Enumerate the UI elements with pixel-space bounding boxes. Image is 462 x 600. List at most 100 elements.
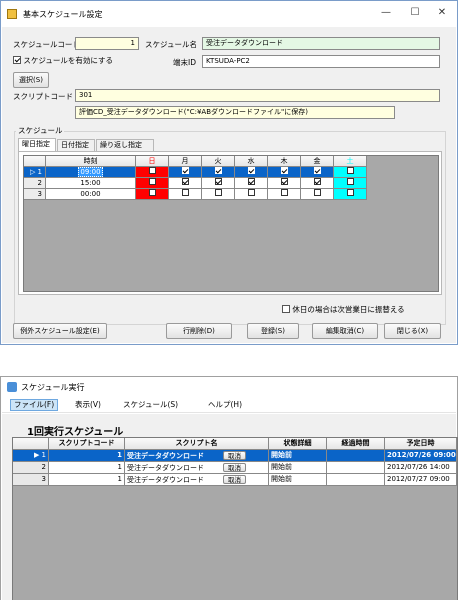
row-number[interactable]: 2 bbox=[24, 178, 46, 189]
day-checkbox[interactable] bbox=[346, 167, 354, 174]
day-cell[interactable] bbox=[202, 178, 235, 189]
column-header[interactable]: 時刻 bbox=[46, 156, 136, 167]
menu-view[interactable]: 表示(V) bbox=[72, 399, 104, 411]
day-checkbox[interactable] bbox=[148, 178, 156, 185]
day-cell[interactable] bbox=[334, 167, 367, 178]
tab-weekday[interactable]: 曜日指定 bbox=[18, 138, 56, 151]
row-number[interactable]: 2 bbox=[13, 462, 49, 474]
column-header[interactable]: 状態詳細 bbox=[269, 438, 327, 450]
cancel-run-button[interactable]: 取消 bbox=[223, 451, 246, 460]
day-cell[interactable] bbox=[301, 178, 334, 189]
day-checkbox[interactable] bbox=[280, 167, 288, 174]
day-checkbox[interactable] bbox=[148, 167, 156, 174]
day-cell[interactable] bbox=[136, 189, 169, 200]
day-checkbox[interactable] bbox=[181, 189, 189, 196]
column-header[interactable]: 土 bbox=[334, 156, 367, 167]
time-cell[interactable]: 09:00 bbox=[46, 167, 136, 178]
day-cell[interactable] bbox=[169, 189, 202, 200]
column-header[interactable]: 金 bbox=[301, 156, 334, 167]
time-value[interactable]: 15:00 bbox=[80, 179, 100, 187]
day-cell[interactable] bbox=[136, 167, 169, 178]
day-cell[interactable] bbox=[301, 167, 334, 178]
day-cell[interactable] bbox=[268, 178, 301, 189]
day-checkbox[interactable] bbox=[313, 178, 321, 185]
time-cell[interactable]: 00:00 bbox=[46, 189, 136, 200]
row-number[interactable]: 3 bbox=[13, 474, 49, 486]
column-header[interactable]: 予定日時 bbox=[385, 438, 457, 450]
table-row[interactable]: 3 1 受注データダウンロード 取消 開始前 2012/07/27 09:00 bbox=[13, 474, 457, 486]
minimize-icon[interactable]: — bbox=[375, 5, 397, 21]
day-cell[interactable] bbox=[202, 189, 235, 200]
table-row[interactable]: ▷ 1 09:00 bbox=[24, 167, 367, 178]
terminal-id-input[interactable]: KTSUDA-PC2 bbox=[202, 55, 440, 68]
column-header[interactable]: 木 bbox=[268, 156, 301, 167]
maximize-icon[interactable]: ☐ bbox=[404, 5, 426, 21]
day-checkbox[interactable] bbox=[313, 167, 321, 174]
close-icon[interactable]: ✕ bbox=[431, 5, 453, 21]
day-cell[interactable] bbox=[301, 189, 334, 200]
time-value[interactable]: 00:00 bbox=[80, 190, 100, 198]
day-checkbox[interactable] bbox=[346, 178, 354, 185]
day-cell[interactable] bbox=[268, 189, 301, 200]
schedule-code-input[interactable]: 1 bbox=[75, 37, 139, 50]
checkbox-icon[interactable] bbox=[13, 56, 21, 64]
checkbox-icon[interactable] bbox=[282, 305, 290, 313]
day-checkbox[interactable] bbox=[247, 167, 255, 174]
cancel-edit-button[interactable]: 編集取消(C) bbox=[312, 323, 378, 339]
column-header[interactable]: 月 bbox=[169, 156, 202, 167]
day-checkbox[interactable] bbox=[181, 178, 189, 185]
table-row[interactable]: 2 15:00 bbox=[24, 178, 367, 189]
menu-file[interactable]: ファイル(F) bbox=[10, 399, 59, 411]
row-number[interactable]: ▷ 1 bbox=[24, 167, 46, 178]
column-header[interactable]: スクリプト名 bbox=[125, 438, 269, 450]
close-button[interactable]: 閉じる(X) bbox=[384, 323, 441, 339]
day-cell[interactable] bbox=[334, 178, 367, 189]
day-checkbox[interactable] bbox=[280, 189, 288, 196]
day-checkbox[interactable] bbox=[214, 178, 222, 185]
day-checkbox[interactable] bbox=[247, 189, 255, 196]
time-cell[interactable]: 15:00 bbox=[46, 178, 136, 189]
day-cell[interactable] bbox=[136, 178, 169, 189]
day-cell[interactable] bbox=[334, 189, 367, 200]
menu-schedule[interactable]: スケジュール(S) bbox=[120, 399, 181, 411]
tab-repeat[interactable]: 繰り返し指定 bbox=[96, 139, 154, 151]
day-checkbox[interactable] bbox=[247, 178, 255, 185]
holiday-shift-checkbox[interactable]: 休日の場合は次営業日に振替える bbox=[282, 304, 405, 315]
row-number[interactable]: ▶ 1 bbox=[13, 450, 49, 462]
day-checkbox[interactable] bbox=[346, 189, 354, 196]
day-cell[interactable] bbox=[235, 178, 268, 189]
column-header[interactable]: 経過時間 bbox=[327, 438, 385, 450]
cancel-run-button[interactable]: 取消 bbox=[223, 475, 246, 484]
day-checkbox[interactable] bbox=[181, 167, 189, 174]
column-header[interactable]: スクリプトコード bbox=[49, 438, 125, 450]
exception-schedule-button[interactable]: 例外スケジュール設定(E) bbox=[13, 323, 107, 339]
column-header[interactable]: 日 bbox=[136, 156, 169, 167]
day-checkbox[interactable] bbox=[280, 178, 288, 185]
day-cell[interactable] bbox=[169, 178, 202, 189]
cancel-run-button[interactable]: 取消 bbox=[223, 463, 246, 472]
run-schedule-grid[interactable]: スクリプトコード スクリプト名 状態詳細 経過時間 予定日時 ▶ 1 1 受注データダウンロー… bbox=[12, 437, 458, 600]
day-checkbox[interactable] bbox=[214, 189, 222, 196]
day-cell[interactable] bbox=[169, 167, 202, 178]
time-value[interactable]: 09:00 bbox=[78, 167, 103, 177]
row-number[interactable]: 3 bbox=[24, 189, 46, 200]
column-header[interactable]: 水 bbox=[235, 156, 268, 167]
script-code-input[interactable]: 301 bbox=[75, 89, 440, 102]
menu-help[interactable]: ヘルプ(H) bbox=[205, 399, 245, 411]
day-cell[interactable] bbox=[235, 189, 268, 200]
tab-date[interactable]: 日付指定 bbox=[57, 139, 95, 151]
register-button[interactable]: 登録(S) bbox=[247, 323, 299, 339]
table-row[interactable]: 2 1 受注データダウンロード 取消 開始前 2012/07/26 14:00 bbox=[13, 462, 457, 474]
day-cell[interactable] bbox=[268, 167, 301, 178]
day-checkbox[interactable] bbox=[313, 189, 321, 196]
day-cell[interactable] bbox=[202, 167, 235, 178]
day-checkbox[interactable] bbox=[214, 167, 222, 174]
enable-schedule-checkbox[interactable]: スケジュールを有効にする bbox=[13, 55, 113, 66]
day-cell[interactable] bbox=[235, 167, 268, 178]
day-checkbox[interactable] bbox=[148, 189, 156, 196]
schedule-name-input[interactable]: 受注データダウンロード bbox=[202, 37, 440, 50]
select-button[interactable]: 選択(S) bbox=[13, 72, 49, 88]
delete-row-button[interactable]: 行削除(D) bbox=[166, 323, 232, 339]
table-row[interactable]: 3 00:00 bbox=[24, 189, 367, 200]
table-row[interactable]: ▶ 1 1 受注データダウンロード 取消 開始前 2012/07/26 09:00 bbox=[13, 450, 457, 462]
